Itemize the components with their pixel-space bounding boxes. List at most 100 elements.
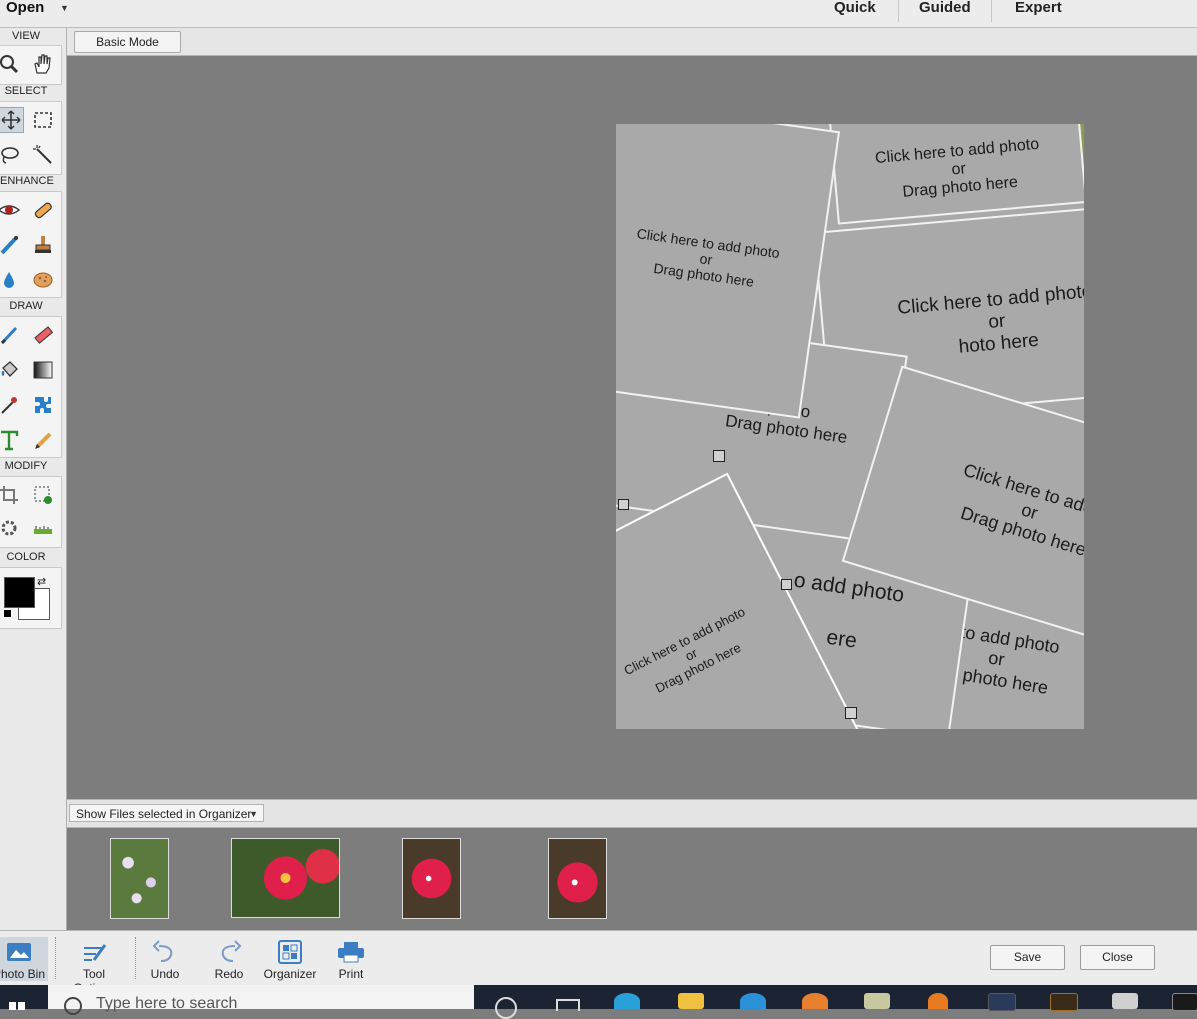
redo-icon <box>197 937 261 967</box>
organizer-label: Organizer <box>263 967 317 981</box>
bin-source-label: Show Files selected in Organizer <box>76 807 252 821</box>
transform-handle[interactable] <box>713 450 725 462</box>
sponge-icon[interactable] <box>30 267 56 293</box>
photo-bin <box>67 828 1197 930</box>
brush-icon[interactable] <box>0 322 22 348</box>
open-menu-button[interactable]: Open <box>6 0 44 16</box>
redo-button[interactable]: Redo <box>197 937 261 981</box>
modify-tools-group <box>0 476 62 548</box>
tab-divider <box>898 0 899 22</box>
hand-tool-icon[interactable] <box>29 51 55 77</box>
printer-icon <box>319 937 383 967</box>
pencil-icon[interactable] <box>30 427 56 453</box>
section-view-label: VIEW <box>11 30 41 42</box>
straighten-icon[interactable] <box>30 515 56 541</box>
paint-bucket-icon[interactable] <box>0 357 22 383</box>
undo-icon <box>133 937 197 967</box>
task-view-icon[interactable] <box>556 999 580 1011</box>
tab-divider <box>991 0 992 22</box>
select-tools-group <box>0 101 62 175</box>
crop-icon[interactable] <box>0 482 22 508</box>
view-tools-group <box>0 45 62 85</box>
section-modify-label: MODIFY <box>4 460 48 472</box>
undo-label: Undo <box>150 967 180 981</box>
options-bar: Basic Mode <box>67 28 1197 56</box>
thumbnail-white-flower-bush[interactable] <box>110 838 169 919</box>
app-icon[interactable] <box>864 993 890 1009</box>
gradient-icon[interactable] <box>30 357 56 383</box>
document-canvas[interactable]: Click here to add photo or Drag photo he… <box>616 124 1084 729</box>
custom-shape-icon[interactable] <box>30 392 56 418</box>
bottom-toolbar: Photo Bin Tool Options Undo Redo Organiz… <box>0 930 1197 995</box>
photo-bin-label: Photo Bin <box>0 967 46 981</box>
foreground-color-swatch[interactable] <box>4 577 35 608</box>
telegram-icon[interactable] <box>740 993 766 1009</box>
photo-bin-button[interactable]: Photo Bin <box>0 937 48 981</box>
recompose-icon[interactable] <box>30 482 56 508</box>
app-icon[interactable] <box>1050 993 1078 1011</box>
section-enhance-label: ENHANCE <box>0 175 54 187</box>
clone-stamp-icon[interactable] <box>30 232 56 258</box>
tool-options-icon <box>62 937 126 967</box>
tab-quick[interactable]: Quick <box>834 0 876 16</box>
cortana-icon[interactable] <box>495 997 517 1019</box>
marquee-tool-icon[interactable] <box>30 107 56 133</box>
magic-wand-icon[interactable] <box>30 142 56 168</box>
tab-expert[interactable]: Expert <box>1015 0 1062 16</box>
app-icon[interactable] <box>1112 993 1138 1009</box>
chevron-down-icon[interactable]: ▼ <box>60 3 69 13</box>
default-colors-icon[interactable] <box>3 609 12 618</box>
basic-mode-button[interactable]: Basic Mode <box>74 31 181 53</box>
red-eye-icon[interactable] <box>0 197 22 223</box>
enhance-tools-group <box>0 191 62 298</box>
print-button[interactable]: Print <box>319 937 383 981</box>
firefox-icon[interactable] <box>802 993 828 1009</box>
transform-handle[interactable] <box>618 499 629 510</box>
thumbnail-pink-bougainvillea-2[interactable] <box>548 838 607 919</box>
swap-colors-icon[interactable]: ⇄ <box>37 575 46 588</box>
search-icon <box>64 997 82 1015</box>
eyedropper-icon[interactable] <box>0 392 22 418</box>
print-label: Print <box>338 967 364 981</box>
windows-taskbar: Type here to search <box>0 985 1197 1019</box>
chevron-down-icon: ▼ <box>249 809 258 819</box>
photo-bin-header: Show Files selected in Organizer ▼ <box>67 799 1197 828</box>
thumbnail-red-flower-closeup[interactable] <box>231 838 340 918</box>
spot-healing-icon[interactable] <box>30 197 56 223</box>
top-menu-bar: Open ▼ Quick Guided Expert <box>0 0 1197 28</box>
save-button[interactable]: Save <box>990 945 1065 970</box>
smart-brush-icon[interactable] <box>0 232 22 258</box>
type-tool-icon[interactable] <box>0 427 22 453</box>
transform-handle[interactable] <box>845 707 857 719</box>
windows-start-icon[interactable] <box>5 997 29 1010</box>
app-icon[interactable] <box>988 993 1016 1011</box>
edge-browser-icon[interactable] <box>614 993 640 1009</box>
move-tool-icon[interactable] <box>0 107 24 133</box>
section-draw-label: DRAW <box>9 300 43 312</box>
draw-tools-group <box>0 316 62 458</box>
tab-guided[interactable]: Guided <box>919 0 971 16</box>
bin-source-dropdown[interactable]: Show Files selected in Organizer ▼ <box>69 804 264 822</box>
transform-handle[interactable] <box>781 579 792 590</box>
app-icon[interactable] <box>1172 993 1197 1011</box>
section-select-label: SELECT <box>4 85 48 97</box>
toolbox: VIEW SELECT ENHANCE DRAW MODIFY COLOR ⇄ <box>0 28 67 930</box>
section-color-label: COLOR <box>6 551 46 563</box>
thumbnail-pink-bougainvillea-1[interactable] <box>402 838 461 919</box>
taskbar-search-box[interactable]: Type here to search <box>48 985 474 1015</box>
blur-drop-icon[interactable] <box>0 267 22 293</box>
divider <box>55 937 57 979</box>
undo-button[interactable]: Undo <box>133 937 197 981</box>
file-explorer-icon[interactable] <box>678 993 704 1009</box>
close-button[interactable]: Close <box>1080 945 1155 970</box>
app-icon[interactable] <box>928 993 948 1009</box>
photo-placeholder-frame[interactable]: Click here to add photo or Drag photo he… <box>824 124 1084 225</box>
lasso-tool-icon[interactable] <box>0 142 22 168</box>
redo-label: Redo <box>214 967 244 981</box>
organizer-button[interactable]: Organizer <box>258 937 322 981</box>
zoom-tool-icon[interactable] <box>0 51 22 77</box>
photo-bin-icon <box>0 937 48 967</box>
eraser-icon[interactable] <box>30 322 56 348</box>
search-placeholder: Type here to search <box>96 995 238 1012</box>
content-aware-move-icon[interactable] <box>0 515 22 541</box>
